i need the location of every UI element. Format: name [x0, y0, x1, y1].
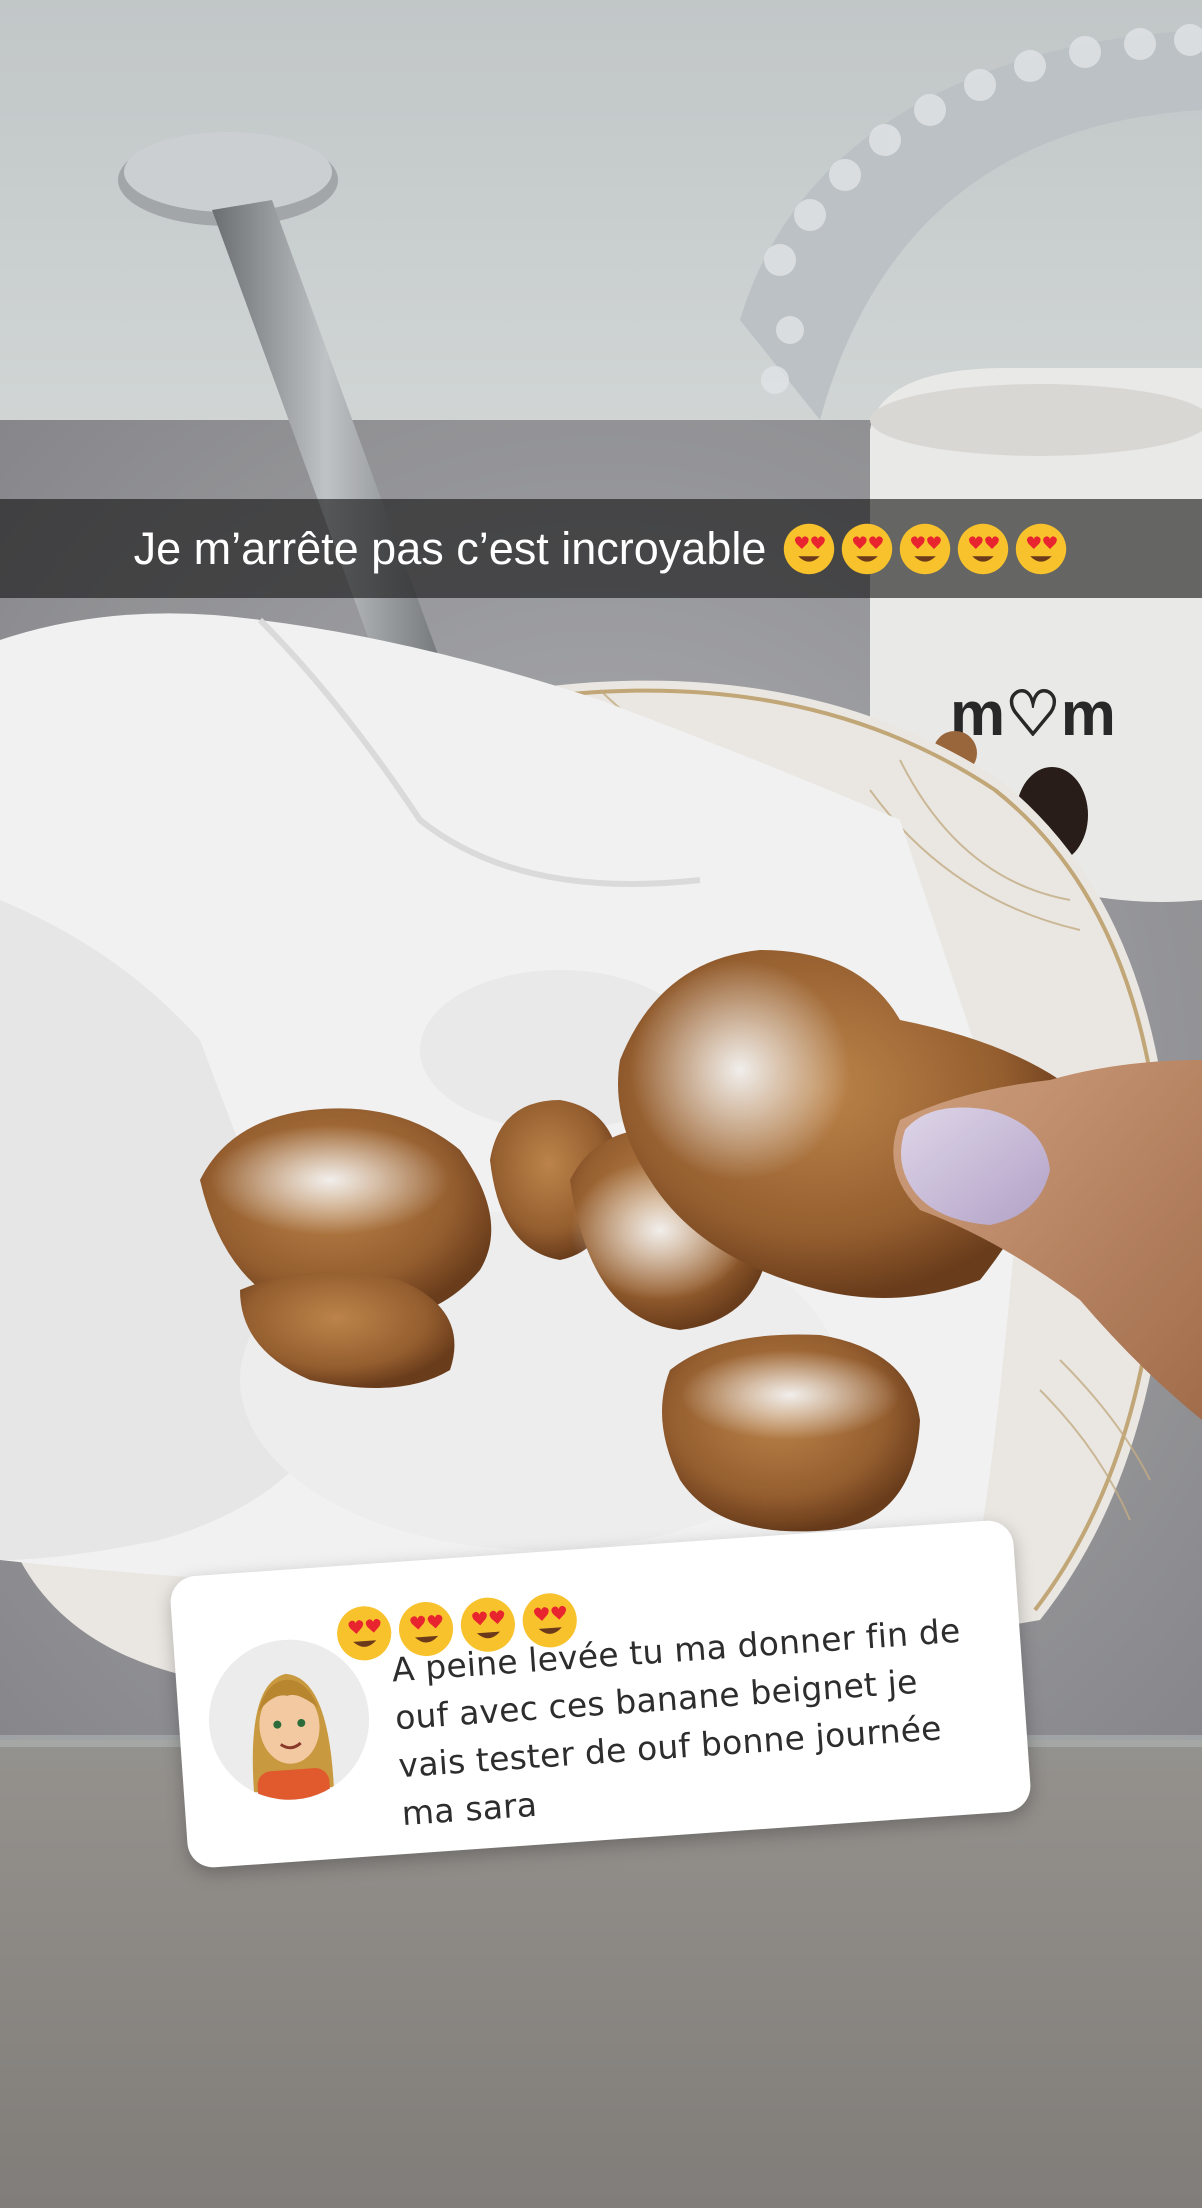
caption-bar: Je m’arrête pas c’est incroyable — [0, 499, 1202, 598]
heart-eyes-emoji-icon — [842, 523, 893, 574]
background-photo: m♡m — [0, 0, 1202, 2208]
caption-emoji-row — [782, 522, 1068, 576]
heart-eyes-emoji-icon — [958, 523, 1009, 574]
heart-eyes-emoji-icon — [337, 1606, 392, 1661]
reply-text: A peine levée tu ma donner fin de ouf av… — [390, 1610, 962, 1834]
caption-text: Je m’arrête pas c’est incroyable — [133, 522, 767, 574]
heart-eyes-emoji-icon — [784, 523, 835, 574]
reply-sticker[interactable]: A peine levée tu ma donner fin de ouf av… — [168, 1518, 1033, 1870]
heart-eyes-emoji-icon — [1016, 523, 1067, 574]
heart-eyes-emoji-icon — [900, 523, 951, 574]
